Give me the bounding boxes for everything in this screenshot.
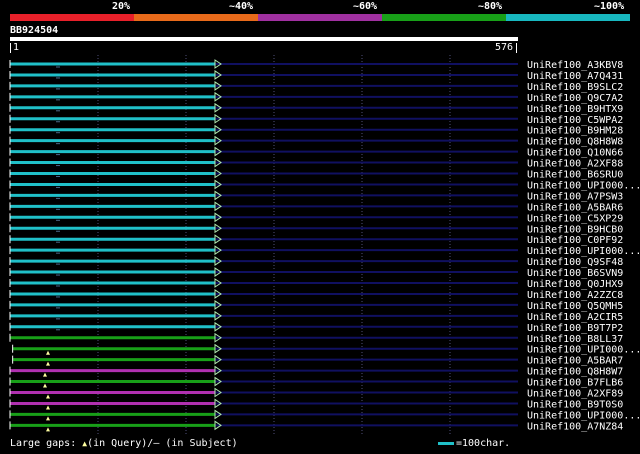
query-scale-bar (10, 37, 518, 41)
hit-label[interactable]: UniRef100_A7NZ84 (527, 421, 623, 432)
hit-label[interactable]: UniRef100_A7PSW3 (527, 191, 623, 202)
query-gap-icon (43, 383, 47, 388)
gap-legend: Large gaps: ▲(in Query)/– (in Subject) (10, 438, 238, 449)
length-scale-swatch (438, 442, 454, 445)
legend-swatch-40 (134, 14, 258, 21)
hit-label[interactable]: UniRef100_B6SVN9 (527, 268, 623, 279)
hit-label[interactable]: UniRef100_B9HTX9 (527, 104, 623, 115)
legend-label-80: ~80% (478, 1, 503, 12)
hit-label[interactable]: UniRef100_Q0JHX9 (527, 279, 623, 290)
hit-label[interactable]: UniRef100_B8LL37 (527, 334, 623, 345)
hit-label[interactable]: UniRef100_B7FLB6 (527, 378, 623, 389)
hit-label[interactable]: UniRef100_A2CIR5 (527, 312, 623, 323)
hit-label[interactable]: UniRef100_A2XF88 (527, 159, 623, 170)
length-scale-legend: =100char. (438, 438, 510, 449)
hit-label[interactable]: UniRef100_Q10N66 (527, 148, 623, 159)
legend-swatch-60 (258, 14, 382, 21)
hit-label[interactable]: UniRef100_B9HCB0 (527, 224, 623, 235)
query-gap-icon (46, 350, 50, 355)
identity-legend-bar (10, 14, 630, 21)
gap-legend-label: Large gaps: (10, 438, 83, 449)
hit-label[interactable]: UniRef100_A3KBV8 (527, 60, 623, 71)
query-gap-icon (46, 361, 50, 366)
legend-label-20: 20% (112, 1, 131, 12)
query-scale-end: 576 (494, 42, 513, 53)
hit-label[interactable]: UniRef100_B9SLC2 (527, 82, 623, 93)
hit-label[interactable]: UniRef100_A2XF89 (527, 389, 623, 400)
hit-label[interactable]: UniRef100_C5WPA2 (527, 115, 623, 126)
query-scale: 1 576 (10, 37, 518, 57)
hit-label[interactable]: UniRef100_A7Q431 (527, 71, 623, 82)
query-gap-icon (46, 416, 50, 421)
hit-label[interactable]: UniRef100_B9T0S0 (527, 399, 623, 410)
hit-label[interactable]: UniRef100_A2ZZC8 (527, 290, 623, 301)
length-scale-text: =100char. (456, 438, 511, 449)
hit-label[interactable]: UniRef100_B9HM28 (527, 126, 623, 137)
query-id: BB924504 (10, 25, 59, 36)
identity-legend-labels: 20% ~40% ~60% ~80% ~100% (0, 0, 640, 14)
hit-label[interactable]: UniRef100_Q8H8W8 (527, 137, 623, 148)
query-gap-icon (43, 372, 47, 377)
subject-gap-text: (in Subject) (159, 438, 238, 449)
hit-label[interactable]: UniRef100_Q5QMH5 (527, 301, 623, 312)
hit-label[interactable]: UniRef100_Q9SF48 (527, 257, 623, 268)
hit-label[interactable]: UniRef100_UPI000... (527, 180, 640, 191)
hit-label[interactable]: UniRef100_B9T7P2 (527, 323, 623, 334)
legend-swatch-100 (506, 14, 630, 21)
hit-label[interactable]: UniRef100_C0PF92 (527, 235, 623, 246)
hit-label[interactable]: UniRef100_UPI000... (527, 246, 640, 257)
query-scale-right-tick (516, 43, 517, 53)
hit-label[interactable]: UniRef100_Q8H8W7 (527, 367, 623, 378)
query-gap-icon (46, 394, 50, 399)
hit-label[interactable]: UniRef100_A5BAR7 (527, 356, 623, 367)
query-gap-icon (46, 405, 50, 410)
query-gap-icon (46, 427, 50, 432)
query-scale-start: 1 (13, 42, 20, 53)
query-gap-text: (in Query)/ (87, 438, 154, 449)
hit-label[interactable]: UniRef100_C5XP29 (527, 213, 623, 224)
alignment-hit-list: UniRef100_A3KBV8UniRef100_A7Q431UniRef10… (9, 55, 640, 435)
hit-label[interactable]: UniRef100_B6SRU0 (527, 170, 623, 181)
legend-label-60: ~60% (353, 1, 378, 12)
hit-label[interactable]: UniRef100_Q9C7A2 (527, 93, 623, 104)
hit-label[interactable]: UniRef100_UPI000... (527, 345, 640, 356)
hit-label[interactable]: UniRef100_UPI000... (527, 410, 640, 421)
legend-label-40: ~40% (229, 1, 254, 12)
query-scale-left-tick (10, 43, 11, 53)
legend-swatch-80 (382, 14, 506, 21)
hit-label[interactable]: UniRef100_A5BAR6 (527, 202, 623, 213)
legend-label-100: ~100% (594, 1, 625, 12)
legend-swatch-20 (10, 14, 134, 21)
